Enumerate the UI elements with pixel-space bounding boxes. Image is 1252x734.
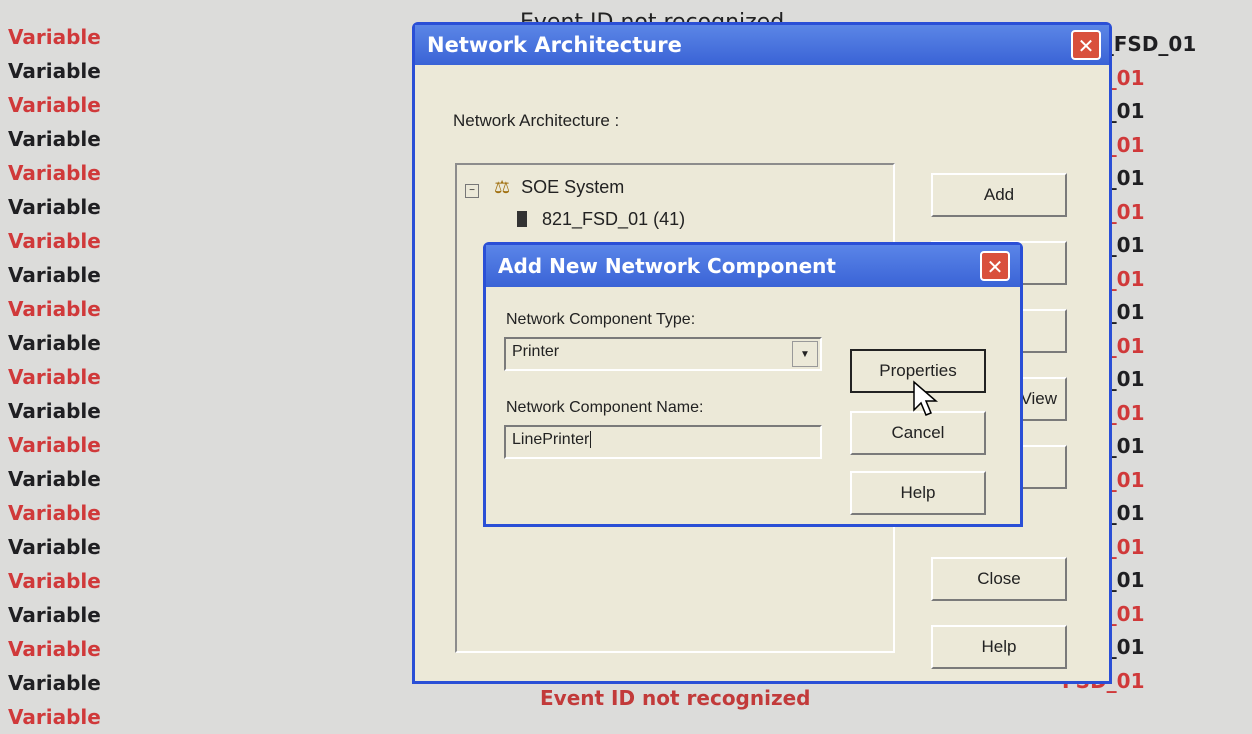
tree-root-label: SOE System <box>521 177 625 197</box>
background-variable-item: Variable <box>8 433 101 457</box>
background-variable-item: Variable <box>8 535 101 559</box>
background-variable-list: Variable Variable Variable Variable Variable… <box>8 20 101 734</box>
dialog-titlebar: Add New Network Component <box>486 245 1020 287</box>
dialog-help-button[interactable]: Help <box>850 471 986 515</box>
background-bottom-text: Event ID not recognized <box>540 686 811 710</box>
component-type-value: Printer <box>512 343 560 360</box>
dialog-title: Add New Network Component <box>498 254 836 278</box>
add-network-component-dialog: Add New Network Component ✕ Network Comp… <box>483 242 1023 527</box>
device-icon <box>517 211 527 227</box>
close-icon[interactable]: ✕ <box>1071 30 1101 60</box>
component-type-select[interactable]: Printer ▼ <box>504 337 822 371</box>
chevron-down-icon[interactable]: ▼ <box>792 341 818 367</box>
tree-root-node[interactable]: − ⚖ SOE System <box>465 177 624 198</box>
background-variable-item: Variable <box>8 705 101 729</box>
background-variable-item: Variable <box>8 603 101 627</box>
tree-child-node[interactable]: 821_FSD_01 (41) <box>517 209 685 230</box>
network-architecture-titlebar: Network Architecture <box>415 25 1109 65</box>
background-variable-item: Variable <box>8 25 101 49</box>
background-variable-item: Variable <box>8 467 101 491</box>
background-variable-item: Variable <box>8 195 101 219</box>
background-variable-item: Variable <box>8 161 101 185</box>
text-caret <box>590 431 592 448</box>
background-variable-item: Variable <box>8 127 101 151</box>
background-variable-item: Variable <box>8 59 101 83</box>
close-button[interactable]: Close <box>931 557 1067 601</box>
network-architecture-label: Network Architecture : <box>453 111 620 130</box>
background-variable-item: Variable <box>8 569 101 593</box>
background-variable-item: Variable <box>8 263 101 287</box>
background-variable-item: Variable <box>8 637 101 661</box>
network-system-icon: ⚖ <box>494 177 511 197</box>
component-name-input[interactable]: LinePrinter <box>504 425 822 459</box>
background-variable-item: Variable <box>8 229 101 253</box>
component-type-label: Network Component Type: <box>506 311 696 328</box>
add-button[interactable]: Add <box>931 173 1067 217</box>
dialog-close-icon[interactable]: ✕ <box>980 251 1010 281</box>
background-variable-item: Variable <box>8 399 101 423</box>
help-button[interactable]: Help <box>931 625 1067 669</box>
component-name-value: LinePrinter <box>512 431 590 448</box>
collapse-icon[interactable]: − <box>465 184 479 198</box>
background-variable-item: Variable <box>8 297 101 321</box>
background-variable-item: Variable <box>8 93 101 117</box>
background-variable-item: Variable <box>8 365 101 389</box>
background-variable-item: Variable <box>8 331 101 355</box>
component-name-label: Network Component Name: <box>506 399 704 416</box>
background-variable-item: Variable <box>8 671 101 695</box>
mouse-cursor-icon <box>913 380 939 416</box>
window-title: Network Architecture <box>427 33 682 57</box>
tree-child-label: 821_FSD_01 (41) <box>542 209 686 229</box>
background-variable-item: Variable <box>8 501 101 525</box>
